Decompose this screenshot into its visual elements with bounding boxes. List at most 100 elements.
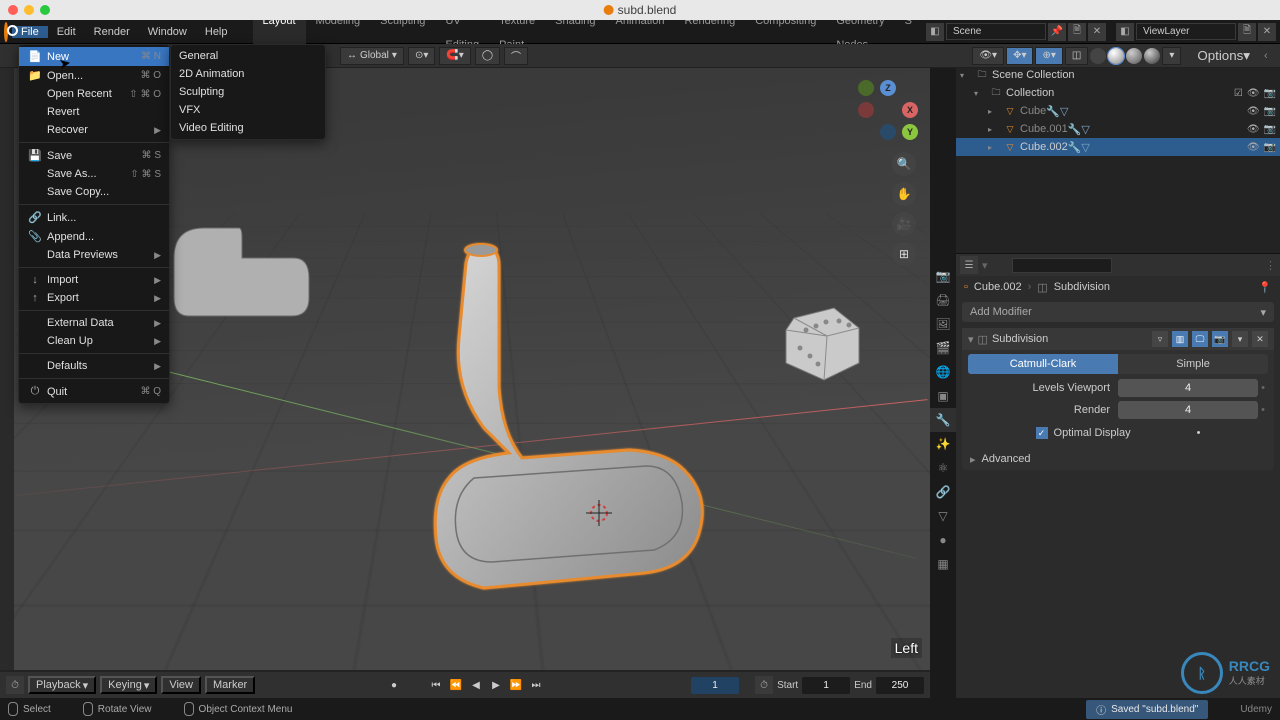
mod-delete-icon[interactable]: ✕ (1252, 331, 1268, 347)
viewlayer-field[interactable] (1136, 23, 1236, 40)
close-window-icon[interactable] (8, 5, 18, 15)
tab-render-icon[interactable]: 📷 (930, 264, 956, 288)
optimal-checkbox[interactable]: ✓ (1036, 427, 1048, 439)
blender-logo-icon[interactable] (4, 22, 8, 42)
file-import[interactable]: ↓Import▶ (19, 271, 169, 289)
new-2d-animation[interactable]: 2D Animation (171, 65, 325, 83)
mod-render-icon[interactable]: 📷 (1212, 331, 1228, 347)
preview-range-icon[interactable]: ⏱ (755, 676, 773, 694)
tab-constraints-icon[interactable]: 🔗 (930, 480, 956, 504)
properties-mode-icon[interactable]: ☰ (960, 256, 978, 274)
shading-solid-icon[interactable] (1108, 48, 1124, 64)
xray-toggle[interactable]: ◫ (1065, 47, 1088, 65)
camera-view-icon[interactable]: 🎥 (892, 212, 916, 236)
file-append-[interactable]: 📎Append... (19, 227, 169, 246)
new-vfx[interactable]: VFX (171, 101, 325, 119)
add-modifier-button[interactable]: Add Modifier▾ (962, 302, 1274, 322)
breadcrumb-object[interactable]: Cube.002 (974, 281, 1022, 293)
outliner-cube[interactable]: ▸Cube 🔧 ▽👁📷 (956, 102, 1280, 120)
render-field[interactable]: 4 (1118, 401, 1258, 419)
play-icon[interactable]: ▶ (487, 676, 505, 694)
scene-browse-icon[interactable]: ◧ (926, 23, 944, 41)
mod-on-cage-icon[interactable]: ▿ (1152, 331, 1168, 347)
tab-viewlayer-icon[interactable]: 🖼 (930, 312, 956, 336)
tab-object-icon[interactable]: ▣ (930, 384, 956, 408)
axis-y-icon[interactable]: Y (902, 124, 918, 140)
menu-edit[interactable]: Edit (48, 26, 85, 38)
viewlayer-new-icon[interactable]: 🗎 (1238, 23, 1256, 41)
file-revert[interactable]: Revert (19, 103, 169, 121)
tab-output-icon[interactable]: 🖨 (930, 288, 956, 312)
axis-x-icon[interactable]: X (902, 102, 918, 118)
properties-options-icon[interactable]: ⋮ (1265, 259, 1276, 272)
modifier-name[interactable]: Subdivision (992, 333, 1148, 345)
file-export[interactable]: ↑Export▶ (19, 289, 169, 307)
viewlayer-browse-icon[interactable]: ◧ (1116, 23, 1134, 41)
axis-neg-x-icon[interactable] (858, 102, 874, 118)
tab-texture-icon[interactable]: ▦ (930, 552, 956, 576)
maximize-window-icon[interactable] (40, 5, 50, 15)
current-frame-field[interactable]: 1 (691, 677, 739, 694)
file-data-previews[interactable]: Data Previews▶ (19, 246, 169, 264)
decorator-icon[interactable]: • (1258, 404, 1268, 416)
chevron-down-icon[interactable]: ▾ (968, 333, 974, 346)
advanced-toggle[interactable]: ▸Advanced (962, 448, 1274, 470)
axis-neg-y-icon[interactable] (858, 80, 874, 96)
object-cube-002[interactable] (414, 238, 734, 618)
timeline-editor-icon[interactable]: ⏱ (6, 676, 24, 694)
axis-z-icon[interactable]: Z (880, 80, 896, 96)
perspective-toggle-icon[interactable]: ⊞ (892, 242, 916, 266)
marker-menu[interactable]: Marker (205, 676, 255, 694)
pin-icon[interactable]: 📍 (1258, 281, 1272, 294)
scene-pin-icon[interactable]: 📌 (1048, 23, 1066, 41)
file-new[interactable]: 📄New⌘ N (19, 47, 169, 66)
keyframe-prev-icon[interactable]: ⏪ (447, 676, 465, 694)
file-recover[interactable]: Recover▶ (19, 121, 169, 139)
gizmo-toggle[interactable]: ✥▾ (1006, 47, 1033, 65)
outliner-cube-001[interactable]: ▸Cube.001 🔧 ▽👁📷 (956, 120, 1280, 138)
file-external-data[interactable]: External Data▶ (19, 314, 169, 332)
mod-realtime-icon[interactable]: 🖵 (1192, 331, 1208, 347)
options-button[interactable]: Options ▾ (1189, 45, 1258, 67)
jump-end-icon[interactable]: ⏭ (527, 676, 545, 694)
mod-extra-icon[interactable]: ▾ (1232, 331, 1248, 347)
tab-particles-icon[interactable]: ✨ (930, 432, 956, 456)
shading-dropdown[interactable]: ▾ (1162, 47, 1181, 65)
shading-rendered-icon[interactable] (1144, 48, 1160, 64)
scene-new-icon[interactable]: 🗎 (1068, 23, 1086, 41)
scene-field[interactable] (946, 23, 1046, 40)
file-save-copy-[interactable]: Save Copy... (19, 183, 169, 201)
tab-material-icon[interactable]: ● (930, 528, 956, 552)
tab-world-icon[interactable]: 🌐 (930, 360, 956, 384)
scene-delete-icon[interactable]: ✕ (1088, 23, 1106, 41)
menu-help[interactable]: Help (196, 26, 237, 38)
object-cube-001[interactable] (764, 298, 864, 388)
mod-edit-mode-icon[interactable]: ▥ (1172, 331, 1188, 347)
viewlayer-delete-icon[interactable]: ✕ (1258, 23, 1276, 41)
autokey-icon[interactable]: ● (385, 676, 403, 694)
jump-start-icon[interactable]: ⏮ (427, 676, 445, 694)
file-quit[interactable]: ⏻Quit⌘ Q (19, 382, 169, 401)
overlays-toggle[interactable]: ⊕▾ (1035, 47, 1062, 65)
keying-menu[interactable]: Keying ▾ (100, 676, 157, 694)
new-video-editing[interactable]: Video Editing (171, 119, 325, 137)
end-frame-field[interactable]: 250 (876, 677, 924, 694)
playback-menu[interactable]: Playback ▾ (28, 676, 96, 694)
navigation-gizmo[interactable]: Z X Y (858, 80, 918, 140)
tab-mesh-icon[interactable]: ▽ (930, 504, 956, 528)
disclosure-icon[interactable]: ‹ (1264, 50, 1274, 62)
keyframe-next-icon[interactable]: ⏩ (507, 676, 525, 694)
orientation-dropdown[interactable]: ↔ Global ▾ (340, 47, 404, 65)
proportional-curve[interactable]: ⌒ (504, 47, 528, 65)
shading-wireframe-icon[interactable] (1090, 48, 1106, 64)
tab-physics-icon[interactable]: ⚛ (930, 456, 956, 480)
file-save-as-[interactable]: Save As...⇧ ⌘ S (19, 165, 169, 183)
snap-toggle[interactable]: 🧲▾ (439, 47, 470, 65)
axis-neg-z-icon[interactable] (880, 124, 896, 140)
seg-simple[interactable]: Simple (1118, 354, 1268, 374)
decorator-icon[interactable]: • (1197, 427, 1201, 439)
zoom-icon[interactable]: 🔍 (892, 152, 916, 176)
breadcrumb-modifier[interactable]: Subdivision (1054, 281, 1110, 293)
properties-search[interactable] (1012, 258, 1112, 273)
start-frame-field[interactable]: 1 (802, 677, 850, 694)
